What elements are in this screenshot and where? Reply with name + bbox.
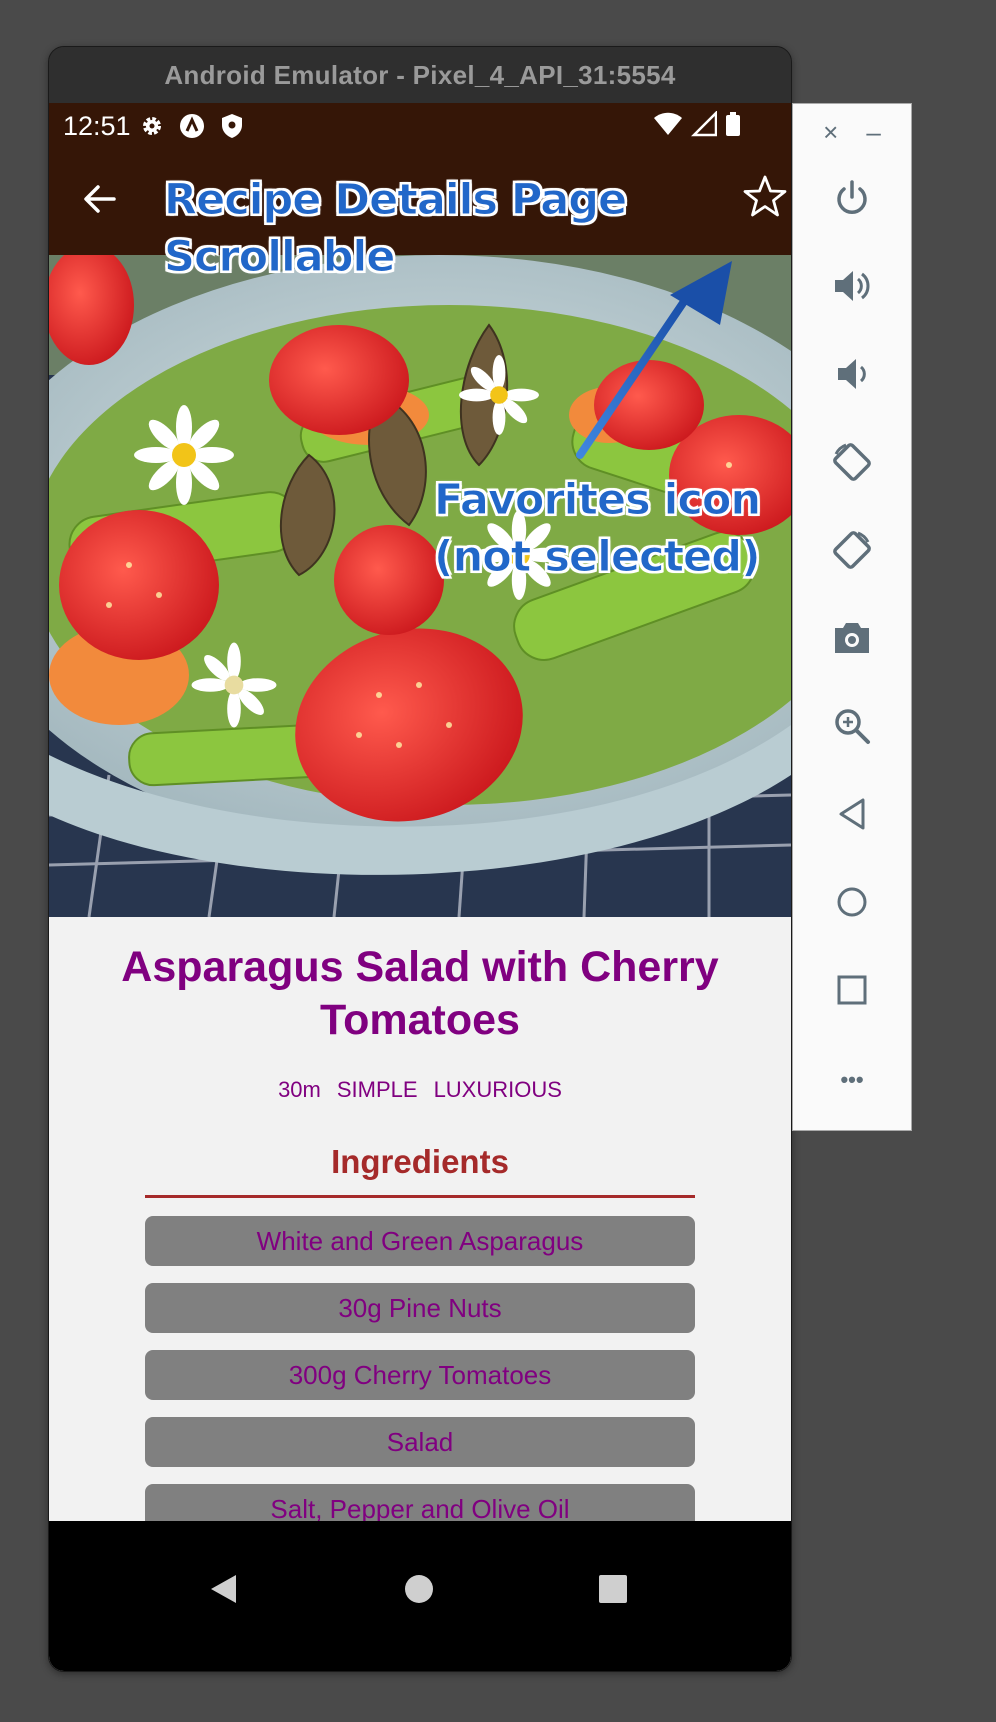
shield-icon bbox=[219, 113, 245, 139]
home-icon bbox=[835, 885, 869, 924]
star-outline-icon bbox=[741, 173, 789, 226]
nav-home-button[interactable] bbox=[389, 1561, 449, 1621]
ingredient-item: White and Green Asparagus bbox=[145, 1216, 695, 1266]
nav-back-button[interactable] bbox=[193, 1561, 253, 1621]
battery-icon bbox=[725, 111, 741, 144]
ingredients-divider bbox=[145, 1195, 695, 1198]
minimize-toolbar-button[interactable]: – bbox=[866, 117, 880, 148]
back-button[interactable] bbox=[77, 179, 121, 223]
more-icon: ••• bbox=[840, 1067, 864, 1092]
page-annotation-line1: Recipe Details Page bbox=[163, 175, 627, 226]
emulator-title: Android Emulator - Pixel_4_API_31:5554 bbox=[49, 47, 791, 103]
a-icon bbox=[179, 113, 205, 139]
ingredients-list[interactable]: White and Green Asparagus 30g Pine Nuts … bbox=[145, 1216, 695, 1521]
volume-up-button[interactable] bbox=[824, 260, 880, 316]
volume-up-icon bbox=[831, 266, 873, 311]
nav-home-icon bbox=[404, 1574, 434, 1609]
rotate-left-button[interactable] bbox=[824, 436, 880, 492]
recipe-details[interactable]: Asparagus Salad with Cherry Tomatoes 30m… bbox=[49, 917, 791, 1521]
zoom-button[interactable] bbox=[824, 700, 880, 756]
rotate-left-icon bbox=[830, 440, 874, 489]
gear-icon bbox=[139, 113, 165, 139]
nav-back-icon bbox=[208, 1573, 238, 1610]
overview-icon bbox=[836, 974, 868, 1011]
signal-icon bbox=[690, 109, 718, 144]
screenshot-button[interactable] bbox=[824, 612, 880, 668]
recipe-title: Asparagus Salad with Cherry Tomatoes bbox=[121, 943, 719, 1044]
favorites-annotation-line2: (not selected) bbox=[433, 532, 761, 583]
favorites-annotation-line1: Favorites icon bbox=[433, 475, 761, 526]
ingredients-header: Ingredients bbox=[331, 1143, 509, 1180]
recipe-complexity: SIMPLE bbox=[336, 1077, 418, 1102]
rotate-right-icon bbox=[830, 528, 874, 577]
home-button-toolbar[interactable] bbox=[824, 876, 880, 932]
page-annotation-line2: Scrollable bbox=[163, 232, 395, 283]
power-icon bbox=[832, 178, 872, 223]
overview-button-toolbar[interactable] bbox=[824, 964, 880, 1020]
arrow-left-icon bbox=[82, 184, 116, 219]
power-button[interactable] bbox=[824, 172, 880, 228]
volume-down-button[interactable] bbox=[824, 348, 880, 404]
ingredient-item: 300g Cherry Tomatoes bbox=[145, 1350, 695, 1400]
favorite-button[interactable] bbox=[739, 173, 791, 225]
ingredient-item: Salad bbox=[145, 1417, 695, 1467]
ingredient-item: Salt, Pepper and Olive Oil bbox=[145, 1484, 695, 1521]
page-annotation: Recipe Details Page Scrollable bbox=[163, 172, 627, 286]
status-time: 12:51 bbox=[63, 110, 131, 141]
nav-recents-button[interactable] bbox=[583, 1561, 643, 1621]
annotation-arrow bbox=[576, 261, 732, 459]
back-icon bbox=[835, 796, 869, 837]
camera-icon bbox=[831, 620, 873, 661]
navigation-bar bbox=[49, 1521, 791, 1671]
nav-recents-icon bbox=[599, 1574, 627, 1608]
status-right-group bbox=[653, 109, 741, 144]
status-bar: 12:51 bbox=[49, 103, 791, 149]
more-button[interactable]: ••• bbox=[824, 1052, 880, 1108]
wifi-icon bbox=[653, 111, 683, 144]
side-toolbar-header: × – bbox=[793, 104, 911, 160]
rotate-right-button[interactable] bbox=[824, 524, 880, 580]
ingredient-item: 30g Pine Nuts bbox=[145, 1283, 695, 1333]
recipe-affordability: LUXURIOUS bbox=[433, 1077, 562, 1102]
zoom-icon bbox=[832, 706, 872, 751]
recipe-meta: 30m SIMPLE LUXURIOUS bbox=[49, 1077, 791, 1103]
volume-down-icon bbox=[832, 354, 872, 399]
close-toolbar-button[interactable]: × bbox=[823, 117, 838, 148]
back-button-toolbar[interactable] bbox=[824, 788, 880, 844]
recipe-duration: 30m bbox=[278, 1077, 321, 1102]
favorites-annotation: Favorites icon (not selected) bbox=[433, 472, 761, 586]
emulator-side-toolbar: × – ••• bbox=[792, 103, 912, 1131]
